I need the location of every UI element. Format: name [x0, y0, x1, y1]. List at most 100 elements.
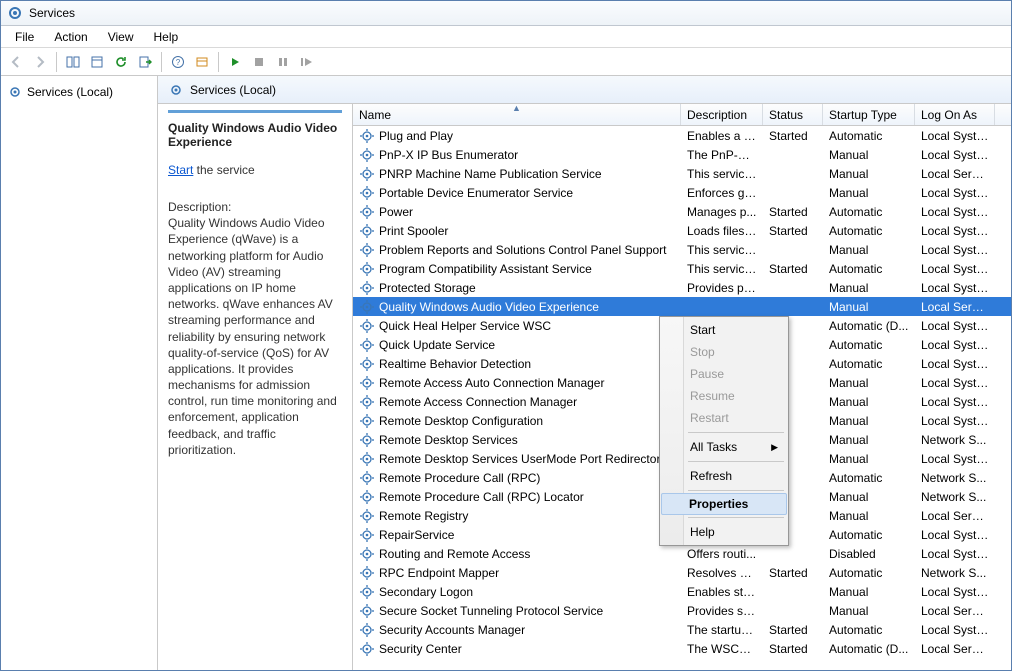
gear-icon: [359, 242, 375, 258]
service-logon: Local Syste...: [915, 395, 995, 409]
help-button[interactable]: ?: [167, 51, 189, 73]
service-row[interactable]: Quality Windows Audio Video ExperienceMa…: [353, 297, 1011, 316]
service-status: Started: [763, 642, 823, 656]
service-startup: Automatic: [823, 623, 915, 637]
pause-service-button: [272, 51, 294, 73]
ctx-pause: Pause: [662, 363, 786, 385]
service-startup: Manual: [823, 376, 915, 390]
service-row[interactable]: Portable Device Enumerator ServiceEnforc…: [353, 183, 1011, 202]
service-name: Program Compatibility Assistant Service: [379, 262, 592, 276]
service-logon: Local Service: [915, 167, 995, 181]
service-name: Security Center: [379, 642, 462, 656]
service-status: Started: [763, 205, 823, 219]
service-row[interactable]: Problem Reports and Solutions Control Pa…: [353, 240, 1011, 259]
gear-icon: [359, 565, 375, 581]
service-logon: Network S...: [915, 471, 995, 485]
ctx-properties[interactable]: Properties: [661, 493, 787, 515]
service-logon: Local Syste...: [915, 452, 995, 466]
col-description[interactable]: Description: [681, 104, 763, 125]
gear-icon: [7, 84, 23, 100]
service-startup: Disabled: [823, 547, 915, 561]
gear-icon: [359, 451, 375, 467]
service-row[interactable]: RPC Endpoint MapperResolves RP...Started…: [353, 563, 1011, 582]
tree-root-node[interactable]: Services (Local): [5, 82, 153, 102]
service-status: Started: [763, 566, 823, 580]
service-startup: Manual: [823, 148, 915, 162]
service-startup: Manual: [823, 490, 915, 504]
detail-pane: Quality Windows Audio Video Experience S…: [158, 104, 353, 670]
services-icon: [7, 5, 23, 21]
main-row: Quality Windows Audio Video Experience S…: [158, 104, 1011, 670]
ctx-separator: [688, 490, 784, 491]
service-name: Remote Procedure Call (RPC) Locator: [379, 490, 584, 504]
service-name: Secure Socket Tunneling Protocol Service: [379, 604, 603, 618]
service-row[interactable]: Routing and Remote Access Offers routi...…: [353, 544, 1011, 563]
start-service-button[interactable]: [224, 51, 246, 73]
service-logon: Local Syste...: [915, 585, 995, 599]
ctx-resume: Resume: [662, 385, 786, 407]
action-toolbar-button[interactable]: [191, 51, 213, 73]
detail-action-line: Start the service: [168, 163, 342, 177]
service-name: RepairService: [379, 528, 454, 542]
service-row[interactable]: Security Accounts ManagerThe startup ...…: [353, 620, 1011, 639]
menu-action[interactable]: Action: [44, 28, 97, 46]
service-name: Problem Reports and Solutions Control Pa…: [379, 243, 667, 257]
service-name: Routing and Remote Access: [379, 547, 530, 561]
gear-icon: [359, 413, 375, 429]
sort-asc-icon: ▲: [512, 103, 521, 113]
service-row[interactable]: Plug and PlayEnables a c...StartedAutoma…: [353, 126, 1011, 145]
service-logon: Local Syste...: [915, 547, 995, 561]
service-startup: Automatic (D...: [823, 642, 915, 656]
service-startup: Automatic (D...: [823, 319, 915, 333]
service-logon: Local Syste...: [915, 623, 995, 637]
col-status[interactable]: Status: [763, 104, 823, 125]
service-startup: Automatic: [823, 262, 915, 276]
service-row[interactable]: PnP-X IP Bus EnumeratorThe PnP-X ...Manu…: [353, 145, 1011, 164]
title-bar: Services: [1, 1, 1011, 26]
service-logon: Local Service: [915, 642, 995, 656]
ctx-restart: Restart: [662, 407, 786, 429]
service-row[interactable]: Secure Socket Tunneling Protocol Service…: [353, 601, 1011, 620]
ctx-refresh[interactable]: Refresh: [662, 465, 786, 487]
service-startup: Manual: [823, 452, 915, 466]
menu-help[interactable]: Help: [144, 28, 189, 46]
service-desc: Resolves RP...: [681, 566, 763, 580]
col-startup[interactable]: Startup Type: [823, 104, 915, 125]
ctx-help[interactable]: Help: [662, 521, 786, 543]
service-desc: Offers routi...: [681, 547, 763, 561]
service-row[interactable]: PNRP Machine Name Publication ServiceThi…: [353, 164, 1011, 183]
gear-icon: [359, 166, 375, 182]
service-name: Print Spooler: [379, 224, 448, 238]
export-button[interactable]: [134, 51, 156, 73]
col-name[interactable]: Name▲: [353, 104, 681, 125]
gear-icon: [359, 394, 375, 410]
start-suffix: the service: [193, 163, 254, 177]
gear-icon: [359, 603, 375, 619]
gear-icon: [359, 356, 375, 372]
gear-icon: [359, 318, 375, 334]
service-row[interactable]: Secondary LogonEnables star...ManualLoca…: [353, 582, 1011, 601]
col-logon[interactable]: Log On As: [915, 104, 995, 125]
service-row[interactable]: Security CenterThe WSCSV...StartedAutoma…: [353, 639, 1011, 658]
service-startup: Manual: [823, 167, 915, 181]
refresh-button[interactable]: [110, 51, 132, 73]
properties-button[interactable]: [86, 51, 108, 73]
service-logon: Local Syste...: [915, 262, 995, 276]
ctx-start[interactable]: Start: [662, 319, 786, 341]
service-row[interactable]: PowerManages p...StartedAutomaticLocal S…: [353, 202, 1011, 221]
service-name: Remote Access Connection Manager: [379, 395, 577, 409]
service-row[interactable]: Protected StorageProvides pr...ManualLoc…: [353, 278, 1011, 297]
service-row[interactable]: Program Compatibility Assistant ServiceT…: [353, 259, 1011, 278]
menu-view[interactable]: View: [98, 28, 144, 46]
show-hide-tree-button[interactable]: [62, 51, 84, 73]
gear-icon: [359, 375, 375, 391]
gear-icon: [359, 546, 375, 562]
start-service-link[interactable]: Start: [168, 163, 193, 177]
ctx-all-tasks[interactable]: All Tasks▶: [662, 436, 786, 458]
gear-icon: [168, 82, 184, 98]
service-row[interactable]: Print SpoolerLoads files t...StartedAuto…: [353, 221, 1011, 240]
service-desc: Provides pr...: [681, 281, 763, 295]
menu-file[interactable]: File: [5, 28, 44, 46]
ctx-separator: [688, 517, 784, 518]
service-name: Remote Desktop Services: [379, 433, 518, 447]
